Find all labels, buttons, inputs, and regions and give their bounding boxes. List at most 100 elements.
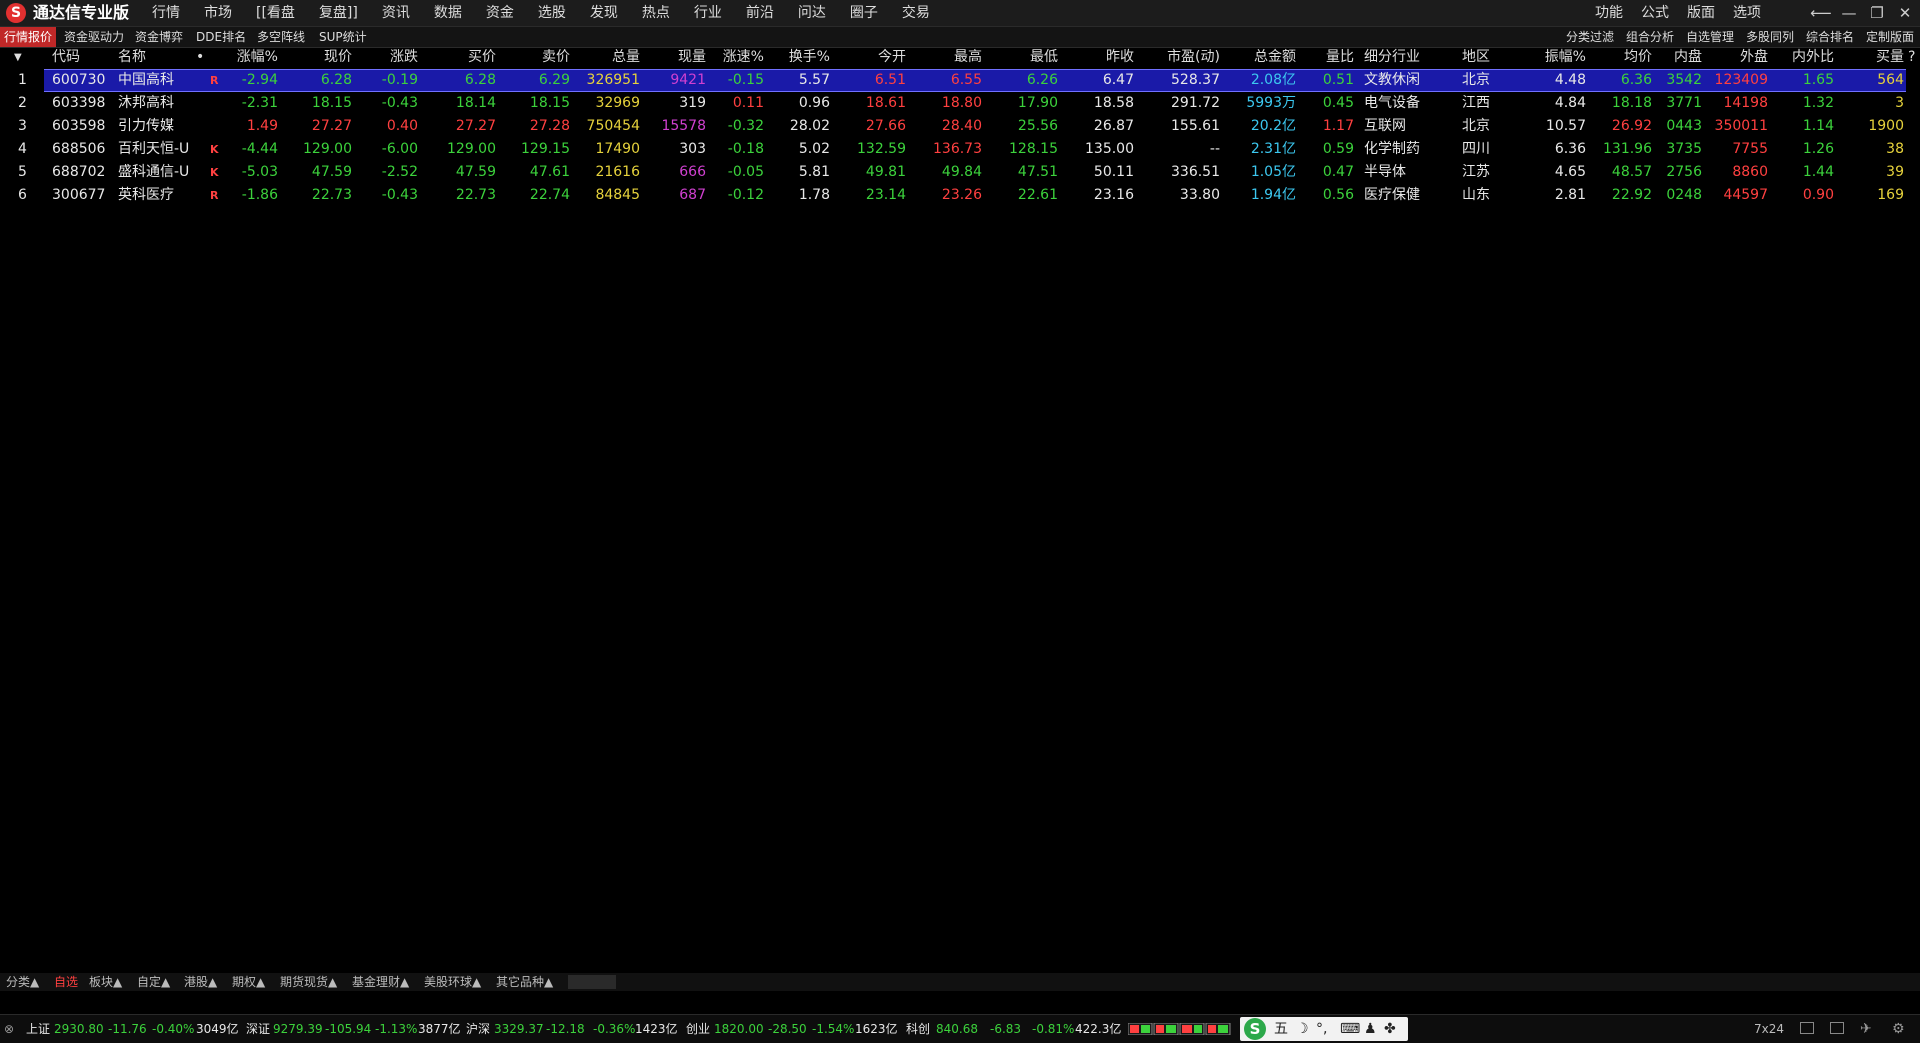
combined-rank-button[interactable]: 综合排名	[1806, 27, 1854, 47]
col-volume[interactable]: 总量	[570, 47, 640, 68]
tab-quotes[interactable]: 行情报价	[0, 27, 57, 47]
market-breadth-bars-icon	[1128, 1023, 1231, 1035]
sort-toggle-icon[interactable]: ▼	[14, 47, 22, 68]
col-pct-change[interactable]: 涨幅%	[212, 47, 278, 68]
settings-icon[interactable]: ⚙	[1892, 1015, 1905, 1043]
col-volume-ratio[interactable]: 量比	[1296, 47, 1354, 68]
menu-item-market-quotes[interactable]: 行情	[140, 0, 192, 26]
menu-item-market[interactable]: 市场	[192, 0, 244, 26]
col-price[interactable]: 现价	[294, 47, 352, 68]
custom-layout-button[interactable]: 定制版面	[1866, 27, 1914, 47]
tab-us-global[interactable]: 美股环球▲	[424, 973, 481, 991]
col-prev-close[interactable]: 昨收	[1058, 47, 1134, 68]
col-change[interactable]: 涨跌	[362, 47, 418, 68]
menu-item-formula[interactable]: 公式	[1632, 0, 1678, 26]
menu-item-watch[interactable]: [[看盘	[244, 0, 307, 26]
grid-icon[interactable]: ✤	[1384, 1017, 1396, 1041]
col-dot[interactable]: •	[196, 47, 204, 68]
col-outer[interactable]: 外盘	[1702, 47, 1768, 68]
tab-sup-stats[interactable]: SUP统计	[315, 27, 371, 47]
col-turnover[interactable]: 换手%	[764, 47, 830, 68]
col-inner[interactable]: 内盘	[1652, 47, 1702, 68]
tab-options[interactable]: 期权▲	[232, 973, 265, 991]
table-row[interactable]: 6 300677 英科医疗 R -1.86 22.73 -0.43 22.73 …	[0, 184, 1920, 207]
tab-custom[interactable]: 自定▲	[137, 973, 170, 991]
chat-icon[interactable]	[1830, 1022, 1844, 1034]
keyboard-icon[interactable]: ⌨	[1340, 1017, 1360, 1041]
restore-icon[interactable]: ❐	[1864, 2, 1890, 24]
ime-toolbar[interactable]: S 五 ☽ °, ⌨ ♟ ✤	[1240, 1017, 1408, 1041]
col-region[interactable]: 地区	[1462, 47, 1490, 68]
col-bid[interactable]: 买价	[430, 47, 496, 68]
horizontal-scrollbar[interactable]	[568, 975, 616, 989]
message-icon[interactable]	[1800, 1022, 1814, 1034]
table-row[interactable]: 3 603598 引力传媒 1.49 27.27 0.40 27.27 27.2…	[0, 115, 1920, 138]
tab-hk-stocks[interactable]: 港股▲	[184, 973, 217, 991]
tab-funds[interactable]: 基金理财▲	[352, 973, 409, 991]
table-row[interactable]: 2 603398 沐邦高科 -2.31 18.15 -0.43 18.14 18…	[0, 92, 1920, 115]
col-code[interactable]: 代码	[52, 47, 80, 68]
tab-dde-rank[interactable]: DDE排名	[192, 27, 250, 47]
menu-item-functions[interactable]: 功能	[1586, 0, 1632, 26]
punctuation-icon[interactable]: °,	[1316, 1017, 1327, 1041]
col-speed[interactable]: 涨速%	[706, 47, 764, 68]
col-cur-volume[interactable]: 现量	[640, 47, 706, 68]
tab-futures-spot[interactable]: 期货现货▲	[280, 973, 337, 991]
col-avg-price[interactable]: 均价	[1586, 47, 1652, 68]
menu-item-data[interactable]: 数据	[422, 0, 474, 26]
watchlist-manage-button[interactable]: 自选管理	[1686, 27, 1734, 47]
turnover: 1.78	[798, 187, 830, 203]
menu-item-trade[interactable]: 交易	[890, 0, 942, 26]
tab-long-short[interactable]: 多空阵线	[253, 27, 309, 47]
volume: 21616	[595, 164, 640, 180]
current-volume: 666	[679, 164, 706, 180]
change: -0.19	[381, 72, 418, 88]
multi-stock-button[interactable]: 多股同列	[1746, 27, 1794, 47]
status-close-icon[interactable]: ⊗	[4, 1015, 14, 1043]
menu-item-funds[interactable]: 资金	[474, 0, 526, 26]
tab-capital-drive[interactable]: 资金驱动力	[60, 27, 128, 47]
menu-item-news[interactable]: 资讯	[370, 0, 422, 26]
tab-watchlist[interactable]: 自选	[54, 973, 78, 991]
help-icon[interactable]: ?	[1908, 47, 1915, 68]
col-open[interactable]: 今开	[830, 47, 906, 68]
menu-item-options[interactable]: 选项	[1724, 0, 1770, 26]
menu-item-circle[interactable]: 圈子	[838, 0, 890, 26]
col-ask[interactable]: 卖价	[504, 47, 570, 68]
tab-capital-game[interactable]: 资金博弈	[131, 27, 187, 47]
user-icon[interactable]: ♟	[1364, 1017, 1377, 1041]
col-buy-volume[interactable]: 买量	[1834, 47, 1904, 68]
minimize-icon[interactable]: —	[1836, 2, 1862, 24]
menu-item-ask[interactable]: 问达	[786, 0, 838, 26]
table-row[interactable]: 1 600730 中国高科 R -2.94 6.28 -0.19 6.28 6.…	[0, 69, 1920, 92]
col-pe[interactable]: 市盈(动)	[1134, 47, 1220, 68]
table-row[interactable]: 4 688506 百利天恒-U K -4.44 129.00 -6.00 129…	[0, 138, 1920, 161]
col-amount[interactable]: 总金额	[1220, 47, 1296, 68]
table-row[interactable]: 5 688702 盛科通信-U K -5.03 47.59 -2.52 47.5…	[0, 161, 1920, 184]
category-filter-button[interactable]: 分类过滤	[1566, 27, 1614, 47]
menu-item-layout[interactable]: 版面	[1678, 0, 1724, 26]
tab-category[interactable]: 分类▲	[6, 973, 39, 991]
ime-mode[interactable]: 五	[1274, 1017, 1288, 1041]
menu-item-industry[interactable]: 行业	[682, 0, 734, 26]
tab-other[interactable]: 其它品种▲	[496, 973, 553, 991]
tab-sector[interactable]: 板块▲	[89, 973, 122, 991]
portfolio-analysis-button[interactable]: 组合分析	[1626, 27, 1674, 47]
col-in-out-ratio[interactable]: 内外比	[1768, 47, 1834, 68]
index-change: -28.50	[768, 1022, 807, 1036]
menu-item-replay[interactable]: 复盘]]	[307, 0, 370, 26]
menu-item-stock-picker[interactable]: 选股	[526, 0, 578, 26]
moon-icon[interactable]: ☽	[1296, 1017, 1309, 1041]
close-icon[interactable]: ✕	[1892, 2, 1918, 24]
col-high[interactable]: 最高	[906, 47, 982, 68]
col-industry[interactable]: 细分行业	[1364, 47, 1420, 68]
menu-item-hotspot[interactable]: 热点	[630, 0, 682, 26]
col-low[interactable]: 最低	[982, 47, 1058, 68]
back-arrow-icon[interactable]: ⟵	[1808, 2, 1834, 24]
menu-item-discover[interactable]: 发现	[578, 0, 630, 26]
row-index: 1	[18, 72, 27, 88]
network-icon[interactable]: ✈	[1860, 1015, 1872, 1043]
menu-item-frontier[interactable]: 前沿	[734, 0, 786, 26]
col-amplitude[interactable]: 振幅%	[1510, 47, 1586, 68]
col-name[interactable]: 名称	[118, 47, 146, 68]
